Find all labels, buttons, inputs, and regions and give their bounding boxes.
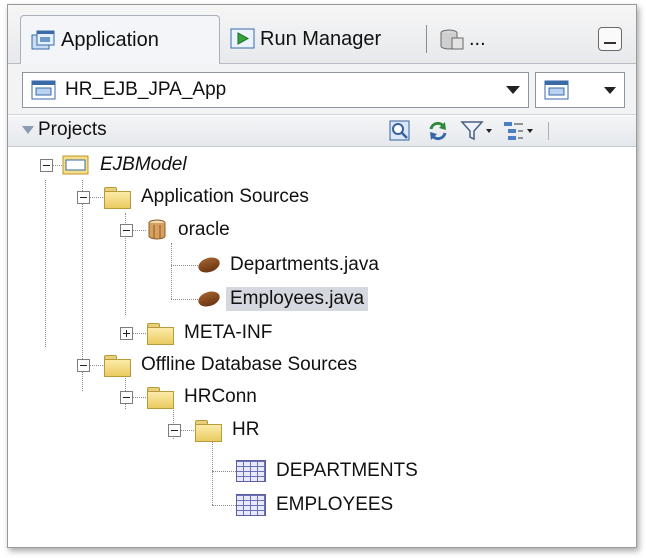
collapse-toggle[interactable] [40, 159, 53, 172]
tree-item-ejbmodel[interactable]: EJBModel [62, 150, 191, 180]
tree-item-employees-java[interactable]: Employees.java [196, 284, 369, 314]
chevron-down-icon [604, 87, 616, 94]
tree-item-label: DEPARTMENTS [276, 460, 418, 481]
tree-item-label: oracle [178, 219, 230, 240]
collapse-icon[interactable] [22, 126, 34, 134]
application-selector-value: HR_EJB_JPA_App [65, 79, 227, 100]
tree-item-oracle-package[interactable]: oracle [146, 215, 234, 245]
expand-toggle[interactable] [120, 327, 133, 340]
tab-strip: Application Run Manager ... [8, 5, 636, 65]
collapse-toggle[interactable] [77, 191, 90, 204]
folder-icon [103, 186, 131, 209]
application-bar: HR_EJB_JPA_App [8, 64, 636, 115]
search-icon[interactable] [388, 119, 412, 143]
folder-icon [146, 322, 174, 345]
tree-item-meta-inf[interactable]: META-INF [146, 318, 276, 348]
table-icon [236, 494, 266, 516]
collapse-toggle[interactable] [77, 359, 90, 372]
refresh-icon[interactable] [426, 119, 450, 143]
application-navigator-panel: Application Run Manager ... HR_EJB_JPA_A… [7, 4, 637, 548]
tab-application[interactable]: Application [20, 15, 220, 65]
folder-icon [146, 386, 174, 409]
package-icon [146, 219, 168, 241]
tree-item-employees-table[interactable]: EMPLOYEES [236, 490, 397, 520]
run-icon [230, 28, 256, 50]
tree-item-label: META-INF [184, 322, 273, 343]
application-menu-icon [544, 79, 570, 101]
tree-item-offline-database-sources[interactable]: Offline Database Sources [103, 350, 361, 380]
collapse-toggle[interactable] [120, 224, 133, 237]
tree-item-departments-java[interactable]: Departments.java [196, 250, 383, 280]
tree-item-hrconn[interactable]: HRConn [146, 382, 261, 412]
tree-item-label: Offline Database Sources [141, 354, 358, 375]
projects-header[interactable]: Projects [8, 116, 636, 147]
tree-item-hr-schema[interactable]: HR [194, 415, 263, 445]
tree-item-label: HR [232, 419, 260, 440]
java-bean-icon [196, 288, 222, 310]
toolbar-divider [548, 122, 549, 140]
application-icon [31, 30, 57, 52]
tree-item-label: Application Sources [141, 186, 309, 207]
java-bean-icon [196, 254, 222, 276]
tree-item-label: Departments.java [230, 254, 379, 275]
table-icon [236, 460, 266, 482]
tree-item-label: EJBModel [100, 154, 187, 175]
collapse-toggle[interactable] [120, 391, 133, 404]
tab-application-label: Application [61, 29, 159, 51]
tab-run-manager[interactable]: Run Manager [230, 15, 381, 63]
working-sets-icon[interactable] [502, 119, 536, 143]
tree-item-application-sources[interactable]: Application Sources [103, 182, 313, 212]
chevron-down-icon[interactable] [506, 86, 520, 94]
folder-icon [194, 419, 222, 442]
application-menu-button[interactable] [535, 72, 625, 108]
tab-run-manager-label: Run Manager [260, 27, 382, 50]
application-workspace-icon [31, 79, 57, 101]
tree-item-label: EMPLOYEES [276, 494, 394, 515]
projects-label: Projects [38, 119, 107, 140]
minimize-button[interactable] [598, 27, 622, 51]
tree-item-label: HRConn [184, 386, 257, 407]
tab-databases[interactable]: ... [426, 25, 486, 53]
project-tree: EJBModel Application Sources oracle Depa… [8, 147, 636, 545]
tree-item-label-selected: Employees.java [226, 287, 369, 311]
folder-icon [103, 354, 131, 377]
filter-icon[interactable] [460, 119, 494, 143]
project-folder-icon [62, 154, 90, 176]
tab-databases-label: ... [469, 27, 486, 50]
application-selector[interactable]: HR_EJB_JPA_App [22, 72, 529, 108]
database-icon [439, 28, 465, 50]
collapse-toggle[interactable] [168, 424, 181, 437]
tree-item-departments-table[interactable]: DEPARTMENTS [236, 456, 422, 486]
